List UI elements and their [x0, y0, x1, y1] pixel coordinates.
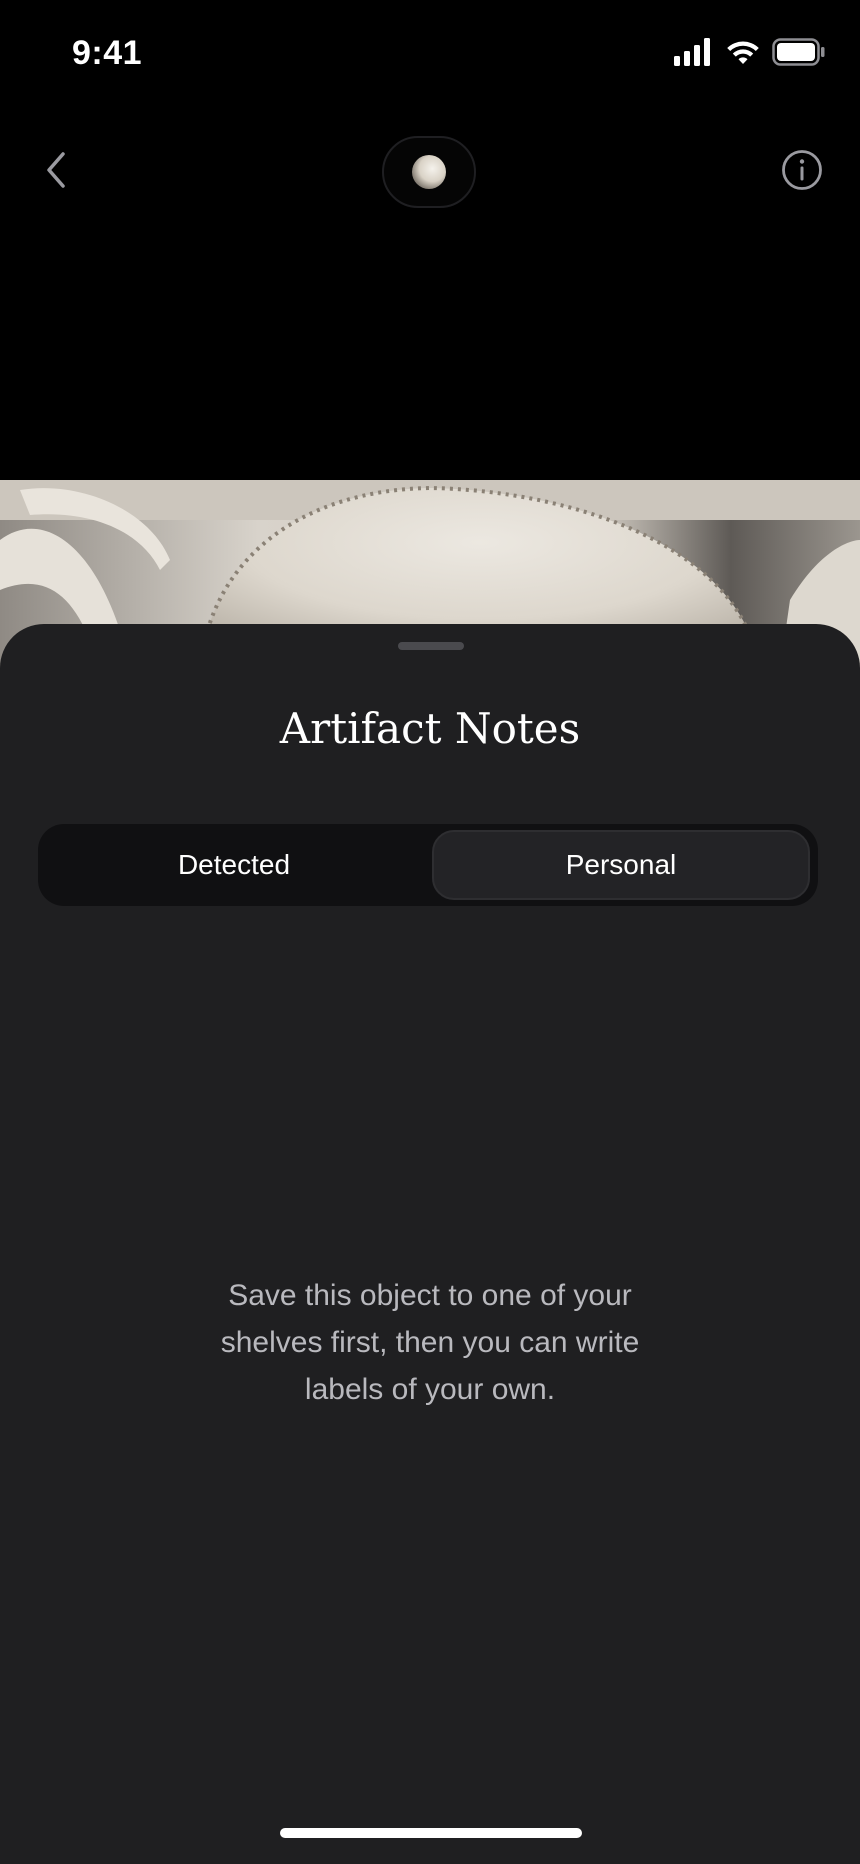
nav-bar: [0, 120, 860, 224]
tab-detected[interactable]: Detected: [44, 830, 424, 900]
home-indicator: [280, 1828, 582, 1838]
signal-icon: [674, 37, 714, 71]
tab-personal-label: Personal: [565, 849, 677, 880]
status-icons: [674, 37, 826, 71]
notes-sheet: Artifact Notes Detected Personal Save th…: [0, 624, 860, 1864]
status-time: 9:41: [72, 34, 143, 72]
back-button[interactable]: [36, 148, 76, 196]
battery-icon: [772, 37, 826, 71]
status-bar: 9:41: [0, 0, 860, 108]
notes-segmented-control: Detected Personal: [38, 824, 818, 906]
object-thumbnail-button[interactable]: [382, 136, 476, 208]
tab-detected-label: Detected: [177, 849, 291, 880]
chevron-left-icon: [44, 151, 68, 194]
wifi-icon: [726, 39, 760, 70]
info-circle-icon: [781, 149, 823, 196]
sheet-drag-handle[interactable]: [398, 642, 464, 650]
info-button[interactable]: [778, 148, 826, 196]
tab-personal[interactable]: Personal: [432, 830, 810, 900]
empty-state-message: Save this object to one of your shelves …: [220, 1279, 640, 1406]
object-thumbnail: [412, 155, 446, 189]
sheet-title: Artifact Notes: [279, 704, 581, 753]
